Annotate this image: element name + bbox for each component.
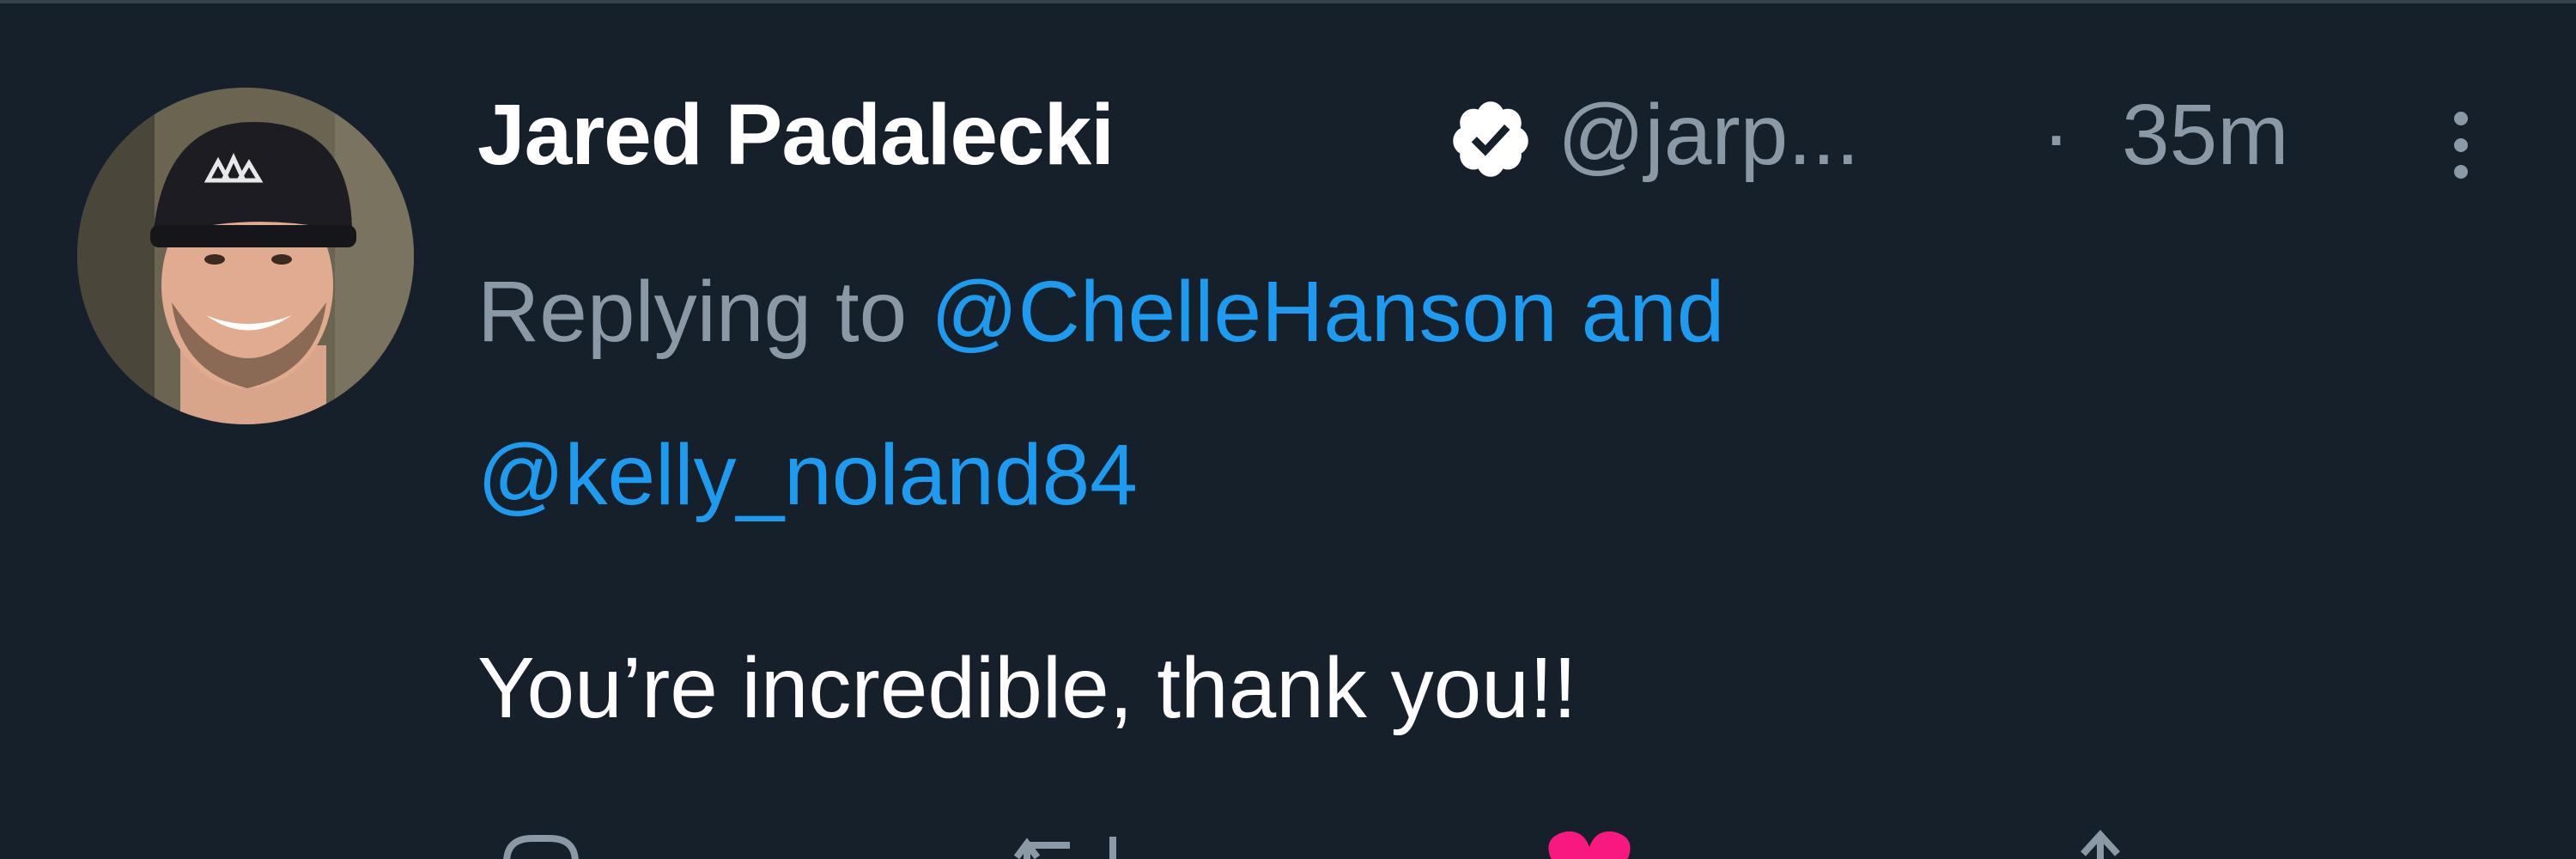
author-handle[interactable]: @jarp... [1558, 86, 1860, 185]
heart-icon[interactable] [1542, 828, 1637, 859]
avatar-image [77, 88, 414, 424]
action-bar [477, 828, 2366, 859]
tweet[interactable]: Jared Padalecki @jarp... · 35m Replying … [0, 3, 2576, 859]
verified-badge-icon [1453, 101, 1528, 177]
timestamp[interactable]: 35m [2122, 86, 2289, 185]
share-icon[interactable] [2057, 828, 2143, 859]
replying-to-label: Replying to [477, 264, 908, 360]
mention-link[interactable]: @kelly_noland84 [477, 427, 1138, 523]
avatar[interactable] [77, 88, 414, 424]
mention-link[interactable]: @ChelleHanson [931, 264, 1558, 360]
reply-icon[interactable] [498, 828, 584, 859]
tweet-text: You’re incredible, thank you!! [477, 640, 1577, 736]
tweet-header: Jared Padalecki @jarp... · 35m [477, 81, 2555, 184]
more-vertical-icon[interactable] [2444, 107, 2478, 184]
retweet-icon[interactable] [1010, 828, 1130, 859]
author-name[interactable]: Jared Padalecki [477, 86, 1115, 185]
replying-to-and[interactable]: and [1582, 264, 1725, 360]
separator-dot: · [2042, 87, 2071, 183]
